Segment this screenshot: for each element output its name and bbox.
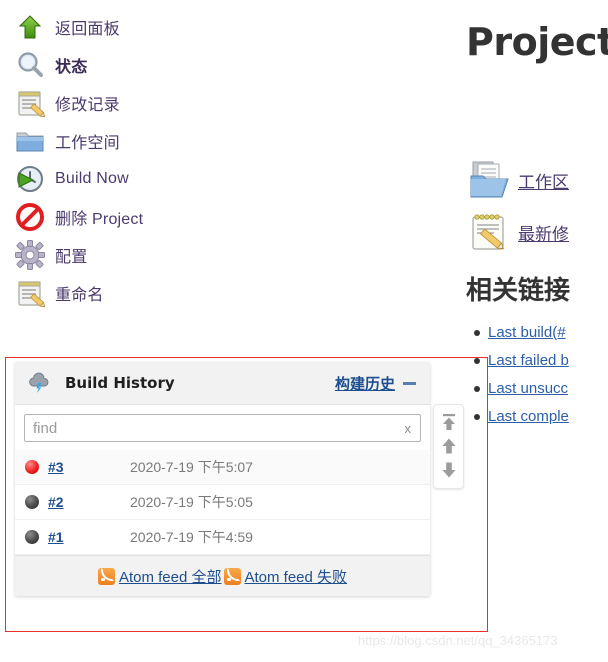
build-history-header-actions: 构建历史 [335, 373, 416, 394]
list-item: Last failed b [474, 347, 608, 375]
build-search-box[interactable]: x [24, 414, 421, 442]
notepad-pencil-icon [14, 87, 46, 119]
up-arrow-icon [14, 11, 46, 43]
sidebar-item-rename[interactable]: 重命名 [14, 274, 284, 312]
sidebar-item-delete-project[interactable]: 删除 Project [14, 198, 284, 236]
list-item: Last comple [474, 403, 608, 431]
table-row[interactable]: #3 2020-7-19 下午5:07 [15, 450, 430, 485]
sidebar-item-label: 修改记录 [55, 97, 120, 114]
related-link[interactable]: Last failed b [488, 352, 569, 369]
list-item: Last build(# [474, 319, 608, 347]
sidebar-item-changes[interactable]: 修改记录 [14, 84, 284, 122]
sidebar-task-list: 返回面板 状态 修改记录 工作空间 Build Now 删除 Project 配… [14, 8, 284, 312]
build-history-body: x #3 2020-7-19 下午5:07 #2 2020-7-19 下午5:0… [15, 405, 430, 555]
rss-icon [97, 567, 115, 585]
related-link[interactable]: Last build(# [488, 324, 566, 341]
atom-feed-failed-link[interactable]: Atom feed 失败 [223, 566, 348, 587]
notepad-pencil-icon [466, 209, 512, 255]
clock-play-icon [14, 163, 46, 195]
build-history-scroll-controls [433, 404, 464, 489]
quick-links: 工作区 最新修 [466, 154, 608, 258]
magnifier-icon [14, 49, 46, 81]
scroll-down-button[interactable] [439, 460, 459, 480]
folder-documents-icon [466, 157, 512, 203]
build-number-link[interactable]: #2 [48, 494, 130, 510]
sidebar-item-label: 返回面板 [55, 21, 120, 38]
rss-icon [223, 567, 241, 585]
clear-search-icon[interactable]: x [401, 421, 421, 436]
build-history-widget: Build History 构建历史 x #3 2020-7-19 下午5:07 [15, 362, 464, 596]
build-history-panel: Build History 构建历史 x #3 2020-7-19 下午5:07 [15, 362, 430, 596]
scroll-to-top-button[interactable] [439, 412, 459, 432]
related-links-heading: 相关链接 [466, 276, 571, 306]
sidebar-item-back-to-dashboard[interactable]: 返回面板 [14, 8, 284, 46]
search-input[interactable] [25, 419, 401, 437]
table-row[interactable]: #2 2020-7-19 下午5:05 [15, 485, 430, 520]
atom-feed-failed-label: Atom feed 失败 [244, 568, 348, 586]
gear-icon [14, 239, 46, 271]
sidebar-item-label: 状态 [55, 59, 88, 76]
status-ball-icon [25, 530, 39, 544]
no-entry-icon [14, 201, 46, 233]
folder-icon [14, 125, 46, 157]
page-title: Project [466, 20, 608, 64]
notepad-pencil-icon [14, 277, 46, 309]
build-number-link[interactable]: #3 [48, 459, 130, 475]
main-content: Project 工作区 最新修 相关链接 Last build(# Last f… [466, 0, 608, 431]
build-number-link[interactable]: #1 [48, 529, 130, 545]
sidebar-item-label: 删除 Project [55, 211, 144, 228]
atom-feed-all-label: Atom feed 全部 [118, 568, 222, 586]
watermark-text: https://blog.csdn.net/qq_34365173 [358, 633, 558, 648]
cloud-lightning-icon [27, 371, 51, 395]
status-ball-icon [25, 495, 39, 509]
sidebar-item-label: 工作空间 [55, 135, 120, 152]
build-history-footer: Atom feed 全部 Atom feed 失败 [15, 555, 430, 596]
build-date: 2020-7-19 下午4:59 [130, 529, 253, 545]
quick-link-workspace[interactable]: 工作区 [466, 154, 608, 206]
build-date: 2020-7-19 下午5:05 [130, 494, 253, 510]
table-row[interactable]: #1 2020-7-19 下午4:59 [15, 520, 430, 555]
quick-link-label: 工作区 [518, 172, 569, 192]
build-search-row: x [15, 405, 430, 450]
atom-feed-all-link[interactable]: Atom feed 全部 [97, 566, 222, 587]
sidebar-item-configure[interactable]: 配置 [14, 236, 284, 274]
scroll-up-button[interactable] [439, 436, 459, 456]
sidebar-item-status[interactable]: 状态 [14, 46, 284, 84]
build-history-title: Build History [65, 374, 175, 392]
sidebar-item-build-now[interactable]: Build Now [14, 160, 284, 198]
minimize-icon[interactable] [403, 381, 416, 385]
sidebar-item-label: Build Now [55, 170, 129, 187]
sidebar-item-label: 重命名 [55, 287, 104, 304]
related-link[interactable]: Last comple [488, 408, 569, 425]
status-ball-icon [25, 460, 39, 474]
build-history-header: Build History 构建历史 [15, 362, 430, 405]
related-links-list: Last build(# Last failed b Last unsucc L… [466, 319, 608, 431]
quick-link-label: 最新修 [518, 224, 569, 244]
build-history-cn-link[interactable]: 构建历史 [335, 373, 395, 394]
sidebar-item-label: 配置 [55, 249, 88, 266]
related-link[interactable]: Last unsucc [488, 380, 568, 397]
list-item: Last unsucc [474, 375, 608, 403]
quick-link-recent-changes[interactable]: 最新修 [466, 206, 608, 258]
sidebar-item-workspace[interactable]: 工作空间 [14, 122, 284, 160]
build-date: 2020-7-19 下午5:07 [130, 459, 253, 475]
